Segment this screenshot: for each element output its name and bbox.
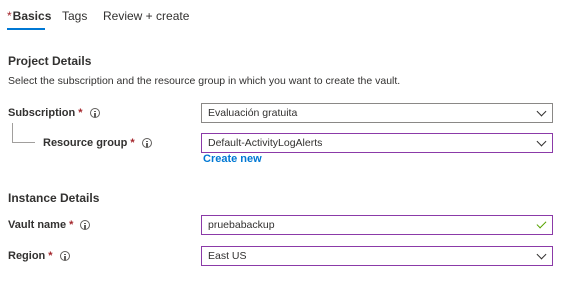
- create-new-link[interactable]: Create new: [203, 153, 262, 165]
- vault-name-label-text: Vault name: [8, 219, 67, 231]
- required-marker: *: [48, 250, 53, 262]
- chevron-down-icon: [536, 249, 547, 259]
- region-label-text: Region: [8, 250, 46, 262]
- required-marker: *: [69, 219, 74, 231]
- subscription-label-text: Subscription: [8, 107, 76, 119]
- project-details-description: Select the subscription and the resource…: [8, 75, 401, 87]
- tree-connector-vertical: [12, 123, 13, 143]
- tree-connector-horizontal: [12, 142, 35, 143]
- info-icon[interactable]: [59, 251, 70, 261]
- chevron-down-icon: [536, 106, 547, 116]
- vault-name-label: Vault name *: [8, 219, 91, 231]
- info-icon[interactable]: [80, 220, 91, 230]
- region-value: East US: [208, 250, 247, 262]
- tab-basics[interactable]: *Basics: [7, 9, 51, 23]
- region-label: Region *: [8, 250, 70, 262]
- subscription-dropdown[interactable]: Evaluación gratuita: [201, 103, 553, 123]
- subscription-label: Subscription *: [8, 107, 100, 119]
- info-icon[interactable]: [141, 138, 152, 148]
- resource-group-value: Default-ActivityLogAlerts: [208, 137, 323, 149]
- info-icon[interactable]: [89, 108, 100, 118]
- required-marker: *: [130, 137, 135, 149]
- resource-group-label: Resource group *: [43, 137, 152, 149]
- vault-name-input[interactable]: pruebabackup: [201, 215, 553, 235]
- required-marker: *: [78, 107, 83, 119]
- tab-review-create[interactable]: Review + create: [103, 9, 189, 23]
- subscription-value: Evaluación gratuita: [208, 107, 298, 119]
- region-dropdown[interactable]: East US: [201, 246, 553, 266]
- chevron-down-icon: [536, 136, 547, 146]
- resource-group-dropdown[interactable]: Default-ActivityLogAlerts: [201, 133, 553, 153]
- tab-tags[interactable]: Tags: [62, 9, 87, 23]
- instance-details-title: Instance Details: [8, 191, 100, 205]
- active-tab-indicator: [7, 28, 45, 30]
- vault-name-value: pruebabackup: [208, 219, 275, 231]
- tab-basics-label: Basics: [12, 9, 52, 23]
- project-details-title: Project Details: [8, 54, 92, 68]
- resource-group-label-text: Resource group: [43, 137, 128, 149]
- required-marker: *: [7, 9, 12, 23]
